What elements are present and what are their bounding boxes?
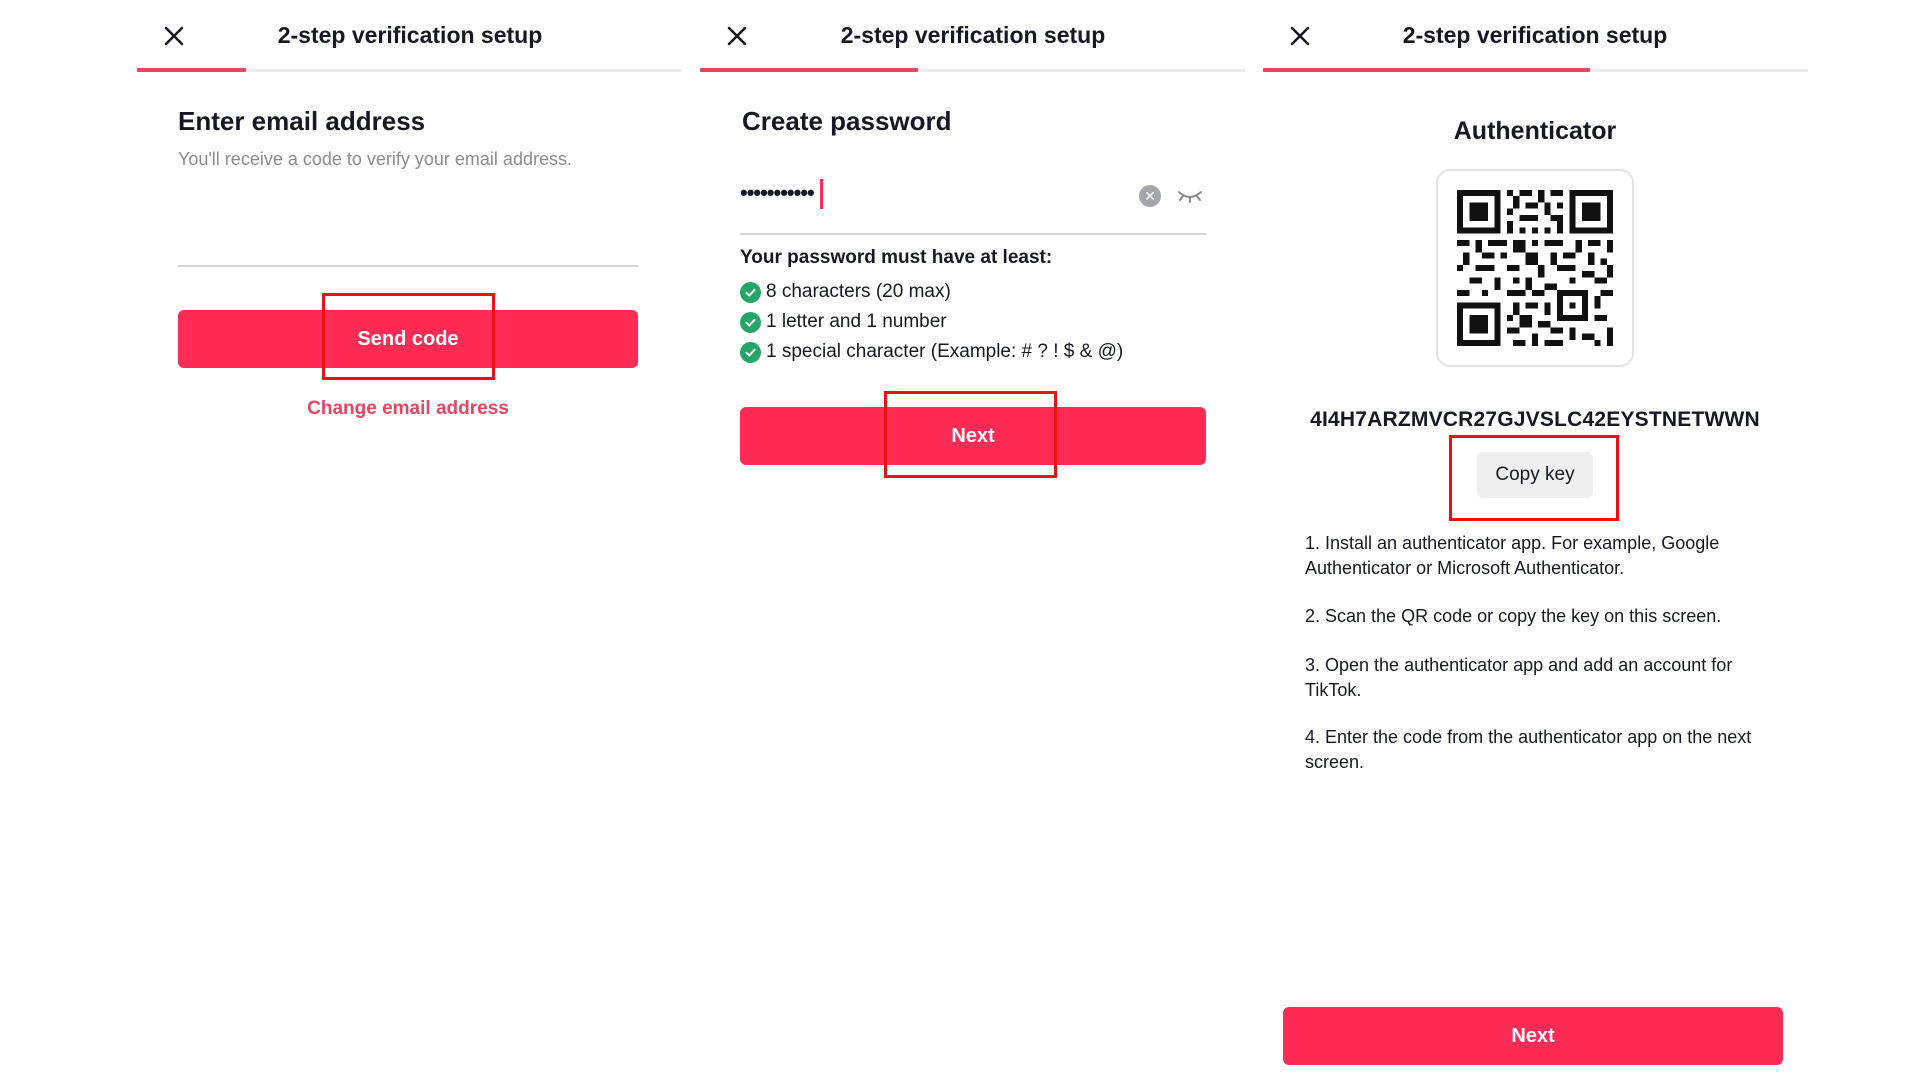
password-step-panel: 2-step verification setup Create passwor… bbox=[690, 0, 1250, 1080]
secret-key-text: 4I4H7ARZMVCR27GJVSLC42EYSTNETWWN bbox=[1310, 408, 1760, 431]
close-button[interactable] bbox=[160, 22, 188, 50]
check-circle-icon bbox=[740, 311, 761, 333]
requirement-item: 1 special character (Example: # ? ! $ & … bbox=[740, 341, 1123, 363]
text-caret bbox=[820, 179, 823, 209]
page-title: Create password bbox=[742, 106, 952, 136]
requirement-item: 1 letter and 1 number bbox=[740, 311, 947, 333]
page-subtitle: You'll receive a code to verify your ema… bbox=[178, 149, 572, 169]
header-title: 2-step verification setup bbox=[277, 22, 543, 48]
instruction-step: 3. Open the authenticator app and add an… bbox=[1305, 655, 1733, 700]
requirements-title: Your password must have at least: bbox=[740, 247, 1053, 268]
close-button[interactable] bbox=[1286, 22, 1314, 50]
header-title: 2-step verification setup bbox=[840, 22, 1106, 48]
close-icon bbox=[1290, 26, 1310, 46]
instruction-step: 2. Scan the QR code or copy the key on t… bbox=[1305, 606, 1722, 626]
close-icon bbox=[727, 26, 747, 46]
close-icon bbox=[164, 26, 184, 46]
change-email-link[interactable]: Change email address bbox=[178, 398, 638, 420]
close-button[interactable] bbox=[723, 22, 751, 50]
qr-code-card bbox=[1436, 169, 1634, 367]
next-button[interactable]: Next bbox=[740, 407, 1206, 465]
requirement-text: 1 special character (Example: # ? ! $ & … bbox=[766, 341, 1124, 362]
check-circle-icon bbox=[740, 341, 761, 363]
requirement-item: 8 characters (20 max) bbox=[740, 281, 951, 303]
header-title: 2-step verification setup bbox=[1402, 22, 1668, 48]
copy-key-button[interactable]: Copy key bbox=[1477, 452, 1593, 498]
email-field-container bbox=[178, 222, 638, 267]
qr-code bbox=[1457, 190, 1613, 346]
email-step-panel: 2-step verification setup Enter email ad… bbox=[0, 0, 690, 1080]
instruction-step: 4. Enter the code from the authenticator… bbox=[1305, 727, 1752, 772]
progress-bar bbox=[1263, 68, 1590, 72]
check-circle-icon bbox=[740, 281, 761, 303]
instruction-step: 1. Install an authenticator app. For exa… bbox=[1305, 533, 1720, 578]
clear-input-icon[interactable]: ✕ bbox=[1139, 185, 1161, 207]
page-title: Enter email address bbox=[178, 106, 426, 136]
requirement-text: 1 letter and 1 number bbox=[766, 311, 947, 332]
page-title: Authenticator bbox=[1453, 117, 1617, 145]
requirement-text: 8 characters (20 max) bbox=[766, 281, 951, 302]
authenticator-step-panel: 2-step verification setup Authenticator bbox=[1250, 0, 1810, 1080]
password-value: ••••••••••• bbox=[740, 180, 815, 205]
password-field[interactable]: ••••••••••• ✕ bbox=[740, 176, 1206, 235]
email-input[interactable] bbox=[178, 222, 638, 265]
send-code-button[interactable]: Send code bbox=[178, 310, 638, 368]
next-button[interactable]: Next bbox=[1283, 1007, 1783, 1065]
eye-closed-icon[interactable] bbox=[1176, 186, 1204, 206]
progress-bar bbox=[137, 68, 246, 72]
progress-bar bbox=[700, 68, 918, 72]
